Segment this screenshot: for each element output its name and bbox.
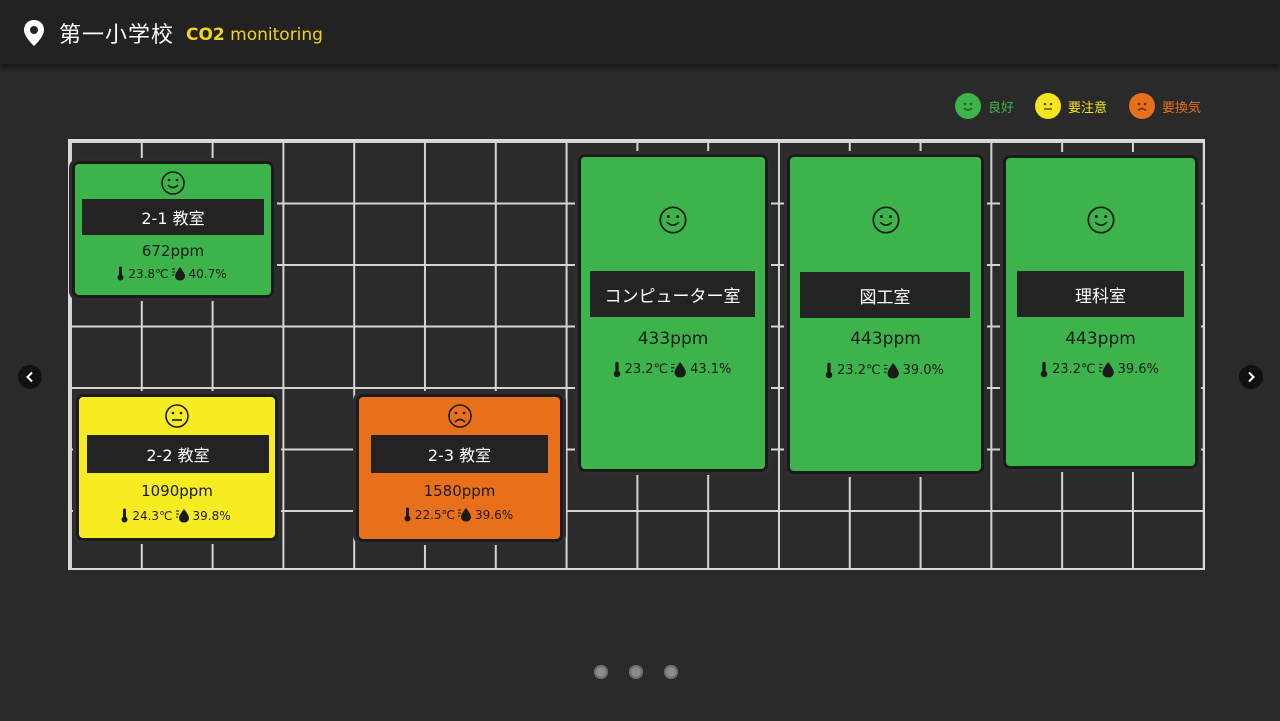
page-dot[interactable] xyxy=(664,665,678,679)
humidity-icon xyxy=(883,363,899,379)
smile-face-icon xyxy=(790,205,981,235)
room-name: 2-1 教室 xyxy=(82,199,264,235)
co2-value: 433ppm xyxy=(637,329,709,349)
humidity-value: 39.6% xyxy=(1117,362,1159,377)
env-readings: 23.2℃ 39.0% xyxy=(790,362,981,379)
env-readings: 23.2℃ 43.1% xyxy=(581,361,765,378)
co2-value: 1090ppm xyxy=(141,482,213,500)
room-name: 2-3 教室 xyxy=(371,435,548,473)
tag-code: CO2 xyxy=(186,25,225,45)
room-card-art[interactable]: 図工室 443ppm 23.2℃ 39.0% xyxy=(787,154,984,474)
temperature-value: 24.3℃ xyxy=(132,508,173,523)
humidity-value: 39.8% xyxy=(192,508,231,523)
humidity-icon xyxy=(171,267,185,281)
thermometer-icon xyxy=(1040,361,1048,378)
page-dot[interactable] xyxy=(594,665,608,679)
env-readings: 22.5℃ 39.6% xyxy=(359,507,560,522)
legend-label: 良好 xyxy=(988,100,1015,116)
page-dot[interactable] xyxy=(629,665,643,679)
humidity-value: 40.7% xyxy=(188,266,227,281)
env-readings: 24.3℃ 39.8% xyxy=(79,508,275,523)
smile-face-icon xyxy=(581,205,765,235)
legend-good: 良好 xyxy=(955,92,1014,120)
tag-text: monitoring xyxy=(230,25,323,45)
humidity-icon xyxy=(458,508,472,522)
humidity-icon xyxy=(1098,362,1114,378)
thermometer-icon xyxy=(613,361,620,378)
humidity-icon xyxy=(175,509,189,523)
legend-ventilate: 要換気 xyxy=(1129,92,1201,120)
neutral-face-icon xyxy=(79,403,275,429)
legend-label: 要注意 xyxy=(1068,100,1108,116)
humidity-value: 39.6% xyxy=(475,507,514,522)
carousel-next-button[interactable] xyxy=(1239,365,1263,389)
room-card-2-2[interactable]: 2-2 教室 1090ppm 24.3℃ 39.8% xyxy=(76,394,278,541)
room-name: 2-2 教室 xyxy=(87,435,269,473)
room-card-2-3[interactable]: 2-3 教室 1580ppm 22.5℃ 39.6% xyxy=(356,394,563,542)
env-readings: 23.2℃ 39.6% xyxy=(1006,361,1195,378)
frown-face-icon xyxy=(1129,93,1155,119)
co2-value: 1580ppm xyxy=(423,482,496,500)
thermometer-icon xyxy=(117,266,124,281)
env-readings: 23.8℃ 40.7% xyxy=(75,266,271,281)
smile-face-icon xyxy=(75,170,271,196)
smile-face-icon xyxy=(1006,205,1195,235)
room-card-science[interactable]: 理科室 443ppm 23.2℃ 39.6% xyxy=(1003,155,1198,469)
app-header: 第一小学校 CO2 monitoring xyxy=(0,0,1280,64)
thermometer-icon xyxy=(404,507,411,522)
temperature-value: 23.2℃ xyxy=(624,362,669,377)
temperature-value: 23.2℃ xyxy=(1052,362,1096,377)
legend-label: 要換気 xyxy=(1162,100,1202,116)
carousel-pagination xyxy=(594,665,699,679)
app-tag: CO2 monitoring xyxy=(186,25,323,45)
chevron-right-icon xyxy=(1248,371,1255,383)
temperature-value: 23.2℃ xyxy=(837,363,881,378)
school-name: 第一小学校 xyxy=(59,23,175,48)
humidity-value: 39.0% xyxy=(902,363,944,378)
temperature-value: 22.5℃ xyxy=(414,507,456,522)
co2-value: 672ppm xyxy=(141,242,205,260)
neutral-face-icon xyxy=(1035,93,1061,119)
thermometer-icon xyxy=(121,508,128,523)
smile-face-icon xyxy=(955,93,981,119)
map-pin-icon xyxy=(24,20,44,46)
humidity-value: 43.1% xyxy=(690,362,732,377)
carousel-prev-button[interactable] xyxy=(18,365,42,389)
legend-caution: 要注意 xyxy=(1035,92,1107,120)
temperature-value: 23.8℃ xyxy=(128,266,169,281)
room-name: 理科室 xyxy=(1017,271,1184,317)
chevron-left-icon xyxy=(26,371,33,383)
room-name: コンピューター室 xyxy=(590,271,755,317)
co2-value: 443ppm xyxy=(1065,329,1136,349)
room-card-computer[interactable]: コンピューター室 433ppm 23.2℃ 43.1% xyxy=(578,154,768,472)
thermometer-icon xyxy=(825,362,833,379)
co2-value: 443ppm xyxy=(850,329,921,349)
frown-face-icon xyxy=(359,403,560,429)
humidity-icon xyxy=(671,362,686,378)
room-card-2-1[interactable]: 2-1 教室 672ppm 23.8℃ 40.7% xyxy=(72,161,274,298)
room-name: 図工室 xyxy=(800,272,970,318)
